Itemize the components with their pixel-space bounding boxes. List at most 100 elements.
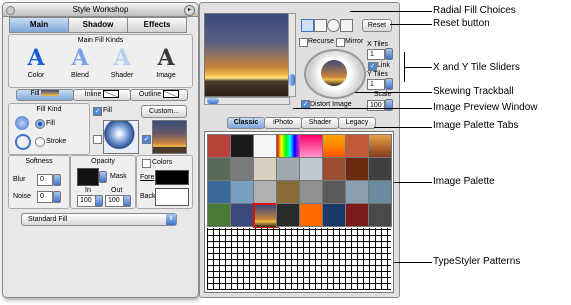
tab-classic[interactable]: Classic: [227, 117, 265, 129]
palette-thumbnail[interactable]: [230, 203, 254, 227]
image-preview[interactable]: [204, 13, 290, 97]
softness-group: Softness Blur 0 Noise 0: [8, 155, 70, 209]
palette-thumbnail[interactable]: [368, 134, 392, 158]
palette-thumbnail[interactable]: [207, 203, 231, 227]
sphere-checkbox[interactable]: [93, 135, 102, 144]
radial-linear-icon[interactable]: [301, 19, 314, 32]
image-palette: [204, 131, 394, 293]
noise-label: Noise: [13, 193, 31, 200]
palette-thumbnail[interactable]: [276, 134, 300, 158]
tab-inline[interactable]: Inline: [73, 89, 131, 101]
radial-grid-icon[interactable]: [314, 19, 327, 32]
noise-stepper[interactable]: [53, 191, 61, 203]
custom-button[interactable]: Custom...: [141, 105, 187, 118]
opacity-out-field[interactable]: 100: [105, 195, 124, 207]
y-tiles-stepper[interactable]: [385, 78, 393, 90]
fill-type-popup[interactable]: Standard Fill ⇕: [21, 213, 177, 226]
color-fill-icon[interactable]: A: [23, 47, 49, 69]
tab-iphoto[interactable]: iPhoto: [264, 117, 302, 129]
mirror-checkbox[interactable]: [336, 38, 345, 47]
tab-main[interactable]: Main: [9, 17, 69, 33]
opacity-in-field[interactable]: 100: [77, 195, 96, 207]
x-tiles-label: X Tiles: [367, 41, 389, 48]
palette-thumbnail[interactable]: [299, 157, 323, 181]
noise-field[interactable]: 0: [37, 191, 53, 203]
horizontal-scroll-thumb[interactable]: [207, 98, 219, 104]
tab-shadow[interactable]: Shadow: [68, 17, 128, 33]
palette-thumbnail[interactable]: [299, 180, 323, 204]
palette-thumbnail[interactable]: [368, 180, 392, 204]
zoom-icon[interactable]: ▸: [184, 5, 195, 16]
palette-thumbnail[interactable]: [253, 180, 277, 204]
palette-thumbnail[interactable]: [276, 203, 300, 227]
palette-thumbnail[interactable]: [299, 203, 323, 227]
mask-stepper[interactable]: [99, 171, 107, 183]
tab-shader[interactable]: Shader: [301, 117, 339, 129]
x-tiles-field[interactable]: 1: [367, 49, 385, 60]
y-tiles-field[interactable]: 1: [367, 79, 385, 90]
fill-checkbox[interactable]: ✓: [93, 107, 102, 116]
preview-horizontal-scrollbar[interactable]: [204, 97, 290, 105]
palette-thumbnail[interactable]: [276, 157, 300, 181]
back-color-swatch[interactable]: [155, 188, 189, 206]
scale-field[interactable]: 100: [367, 100, 385, 111]
reset-button[interactable]: Reset: [362, 19, 392, 32]
recurse-checkbox[interactable]: [299, 38, 308, 47]
stroke-radio[interactable]: [35, 137, 45, 147]
link-checkbox[interactable]: ✓: [368, 62, 377, 71]
tab-legacy[interactable]: Legacy: [338, 117, 376, 129]
annotation-line-palette-tabs: [374, 127, 432, 128]
palette-thumbnail[interactable]: [207, 134, 231, 158]
opacity-in-stepper[interactable]: [95, 195, 103, 207]
palette-thumbnail[interactable]: [230, 180, 254, 204]
scale-stepper[interactable]: [385, 99, 393, 111]
palette-thumbnail[interactable]: [230, 134, 254, 158]
palette-thumbnail[interactable]: [345, 180, 369, 204]
palette-thumbnail[interactable]: [345, 134, 369, 158]
typestyler-patterns[interactable]: [207, 228, 391, 290]
blur-stepper[interactable]: [53, 174, 61, 186]
image-swatch[interactable]: [152, 120, 187, 154]
mask-swatch[interactable]: [77, 168, 99, 186]
palette-thumbnail[interactable]: [322, 134, 346, 158]
palette-thumbnail[interactable]: [299, 134, 323, 158]
image-checkbox[interactable]: ✓: [142, 135, 151, 144]
fill-type-value: Standard Fill: [28, 216, 68, 223]
annotation-image-palette-tabs: Image Palette Tabs: [433, 120, 519, 131]
fore-color-swatch[interactable]: [155, 170, 189, 185]
palette-thumbnail[interactable]: [230, 157, 254, 181]
palette-thumbnail[interactable]: [345, 157, 369, 181]
x-tiles-stepper[interactable]: [385, 48, 393, 60]
palette-thumbnail[interactable]: [368, 203, 392, 227]
palette-thumbnail[interactable]: [253, 134, 277, 158]
palette-thumbnail[interactable]: [368, 157, 392, 181]
palette-thumbnail[interactable]: [276, 180, 300, 204]
radial-circle-icon[interactable]: [327, 19, 340, 32]
title-bar[interactable]: Style Workshop ▸: [3, 3, 198, 17]
tab-fill[interactable]: Fill: [16, 89, 74, 101]
shader-swatch[interactable]: [103, 120, 139, 154]
palette-thumbnail[interactable]: [207, 180, 231, 204]
vertical-scroll-thumb[interactable]: [289, 74, 295, 86]
tab-outline[interactable]: Outline: [130, 89, 188, 101]
palette-thumbnail[interactable]: [253, 157, 277, 181]
fill-radio[interactable]: [35, 119, 45, 129]
blur-label: Blur: [13, 176, 26, 183]
radial-square-icon[interactable]: [340, 19, 353, 32]
palette-thumbnail[interactable]: [322, 180, 346, 204]
shader-fill-icon[interactable]: A: [109, 47, 135, 69]
palette-thumbnail[interactable]: [322, 157, 346, 181]
y-tiles-label: Y Tiles: [367, 71, 388, 78]
blur-field[interactable]: 0: [37, 174, 53, 186]
opacity-group: Opacity Mask In Out 100 100: [70, 155, 136, 209]
blend-fill-icon[interactable]: A: [67, 47, 93, 69]
link-label: Link: [377, 62, 390, 69]
opacity-out-stepper[interactable]: [123, 195, 131, 207]
colors-checkbox[interactable]: [142, 159, 151, 168]
palette-thumbnail[interactable]: [345, 203, 369, 227]
image-fill-icon[interactable]: A: [153, 47, 179, 69]
palette-thumbnail[interactable]: [322, 203, 346, 227]
palette-thumbnail[interactable]: [207, 157, 231, 181]
preview-vertical-scrollbar[interactable]: [288, 13, 296, 97]
tab-effects[interactable]: Effects: [127, 17, 187, 33]
